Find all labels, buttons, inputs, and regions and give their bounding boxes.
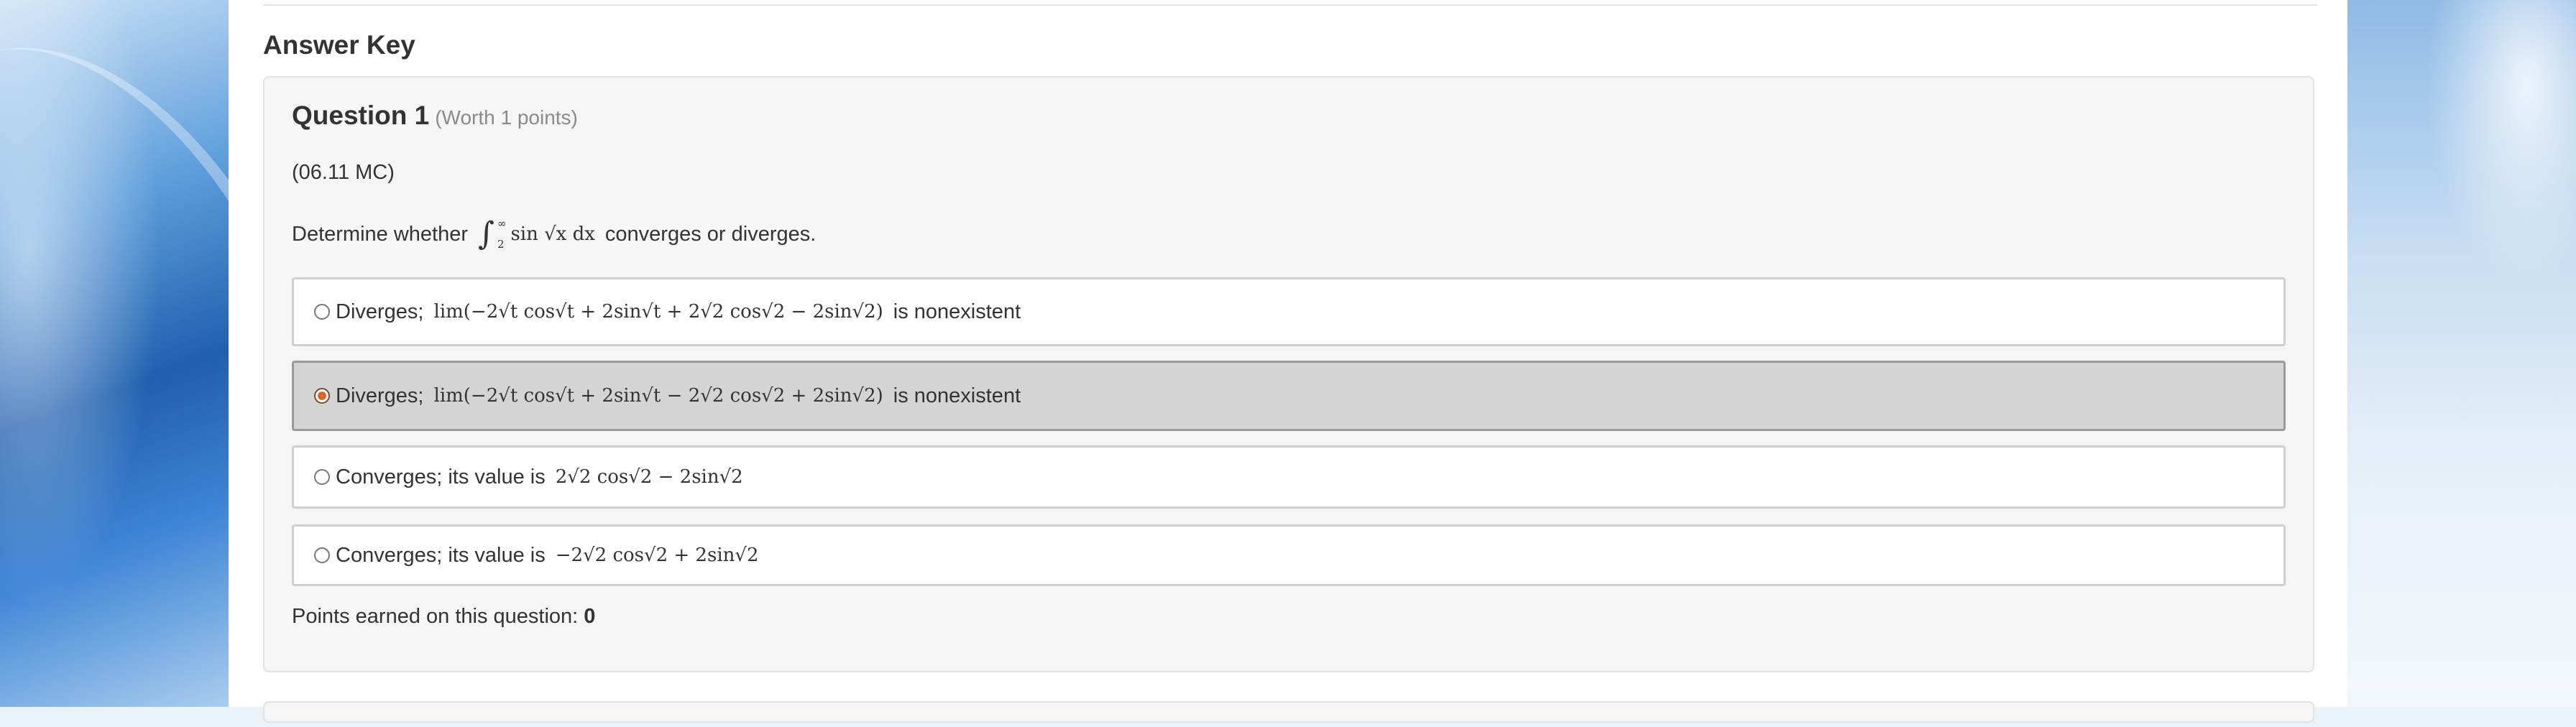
- option-prefix: Converges; its value is: [336, 543, 546, 567]
- option-math-text: −2√2 cos√2 + 2sin√2: [555, 545, 759, 566]
- option-math-text: lim(−2√t cos√t + 2sin√t − 2√2 cos√2 + 2s…: [433, 385, 883, 407]
- option-prefix: Diverges;: [336, 300, 424, 323]
- answer-option-1[interactable]: Diverges; lim(−2√t cos√t + 2sin√t + 2√2 …: [292, 277, 2286, 346]
- option-math: lim(−2√t cos√t + 2sin√t − 2√2 cos√2 + 2s…: [434, 385, 883, 407]
- answer-option-2[interactable]: Diverges; lim(−2√t cos√t + 2sin√t − 2√2 …: [292, 361, 2286, 431]
- radio-button[interactable]: [314, 547, 330, 563]
- background-left: [0, 0, 419, 727]
- question-prompt: Determine whether ∫ ∞ 2 sin √x dx conver…: [292, 218, 816, 250]
- points-value: 0: [584, 605, 596, 628]
- option-math: 2√2 cos√2 − 2sin√2: [556, 466, 743, 488]
- answer-option-4[interactable]: Converges; its value is −2√2 cos√2 + 2si…: [292, 524, 2286, 586]
- integral-limits: ∞ 2: [497, 218, 507, 250]
- content-page: Answer Key Question 1 (Worth 1 points) (0…: [229, 0, 2347, 723]
- question-worth: (Worth 1 points): [435, 106, 578, 129]
- integrand: sin √x dx: [510, 223, 595, 245]
- integral-upper: ∞: [497, 217, 507, 230]
- option-suffix: is nonexistent: [893, 300, 1021, 323]
- integral-sign: ∫: [478, 216, 494, 252]
- radio-button[interactable]: [314, 469, 330, 485]
- prompt-after: converges or diverges.: [604, 222, 816, 246]
- section-title: Answer Key: [263, 30, 415, 60]
- answer-option-3[interactable]: Converges; its value is 2√2 cos√2 − 2sin…: [292, 445, 2286, 509]
- option-math: −2√2 cos√2 + 2sin√2: [556, 545, 759, 566]
- question-title: Question 1 (Worth 1 points): [292, 101, 578, 131]
- next-question-card: [263, 701, 2314, 723]
- option-math: lim(−2√t cos√t + 2sin√t + 2√2 cos√2 − 2s…: [434, 301, 883, 323]
- option-prefix: Converges; its value is: [336, 465, 546, 488]
- option-suffix: is nonexistent: [893, 384, 1021, 407]
- top-divider: [263, 0, 2317, 6]
- points-earned: Points earned on this question: 0: [292, 605, 595, 629]
- points-label: Points earned on this question:: [292, 605, 579, 628]
- integral-expression: ∫ ∞ 2 sin √x dx: [478, 218, 595, 250]
- prompt-before: Determine whether: [292, 222, 468, 246]
- option-math-text: 2√2 cos√2 − 2sin√2: [555, 466, 743, 488]
- question-code: (06.11 MC): [292, 161, 395, 184]
- background-right: [2347, 0, 2576, 707]
- radio-button[interactable]: [314, 304, 330, 320]
- question-number: Question 1: [292, 101, 430, 130]
- option-prefix: Diverges;: [336, 384, 424, 407]
- integral-lower: 2: [497, 238, 505, 251]
- option-math-text: lim(−2√t cos√t + 2sin√t + 2√2 cos√2 − 2s…: [433, 301, 883, 323]
- radio-button-checked[interactable]: [314, 388, 330, 404]
